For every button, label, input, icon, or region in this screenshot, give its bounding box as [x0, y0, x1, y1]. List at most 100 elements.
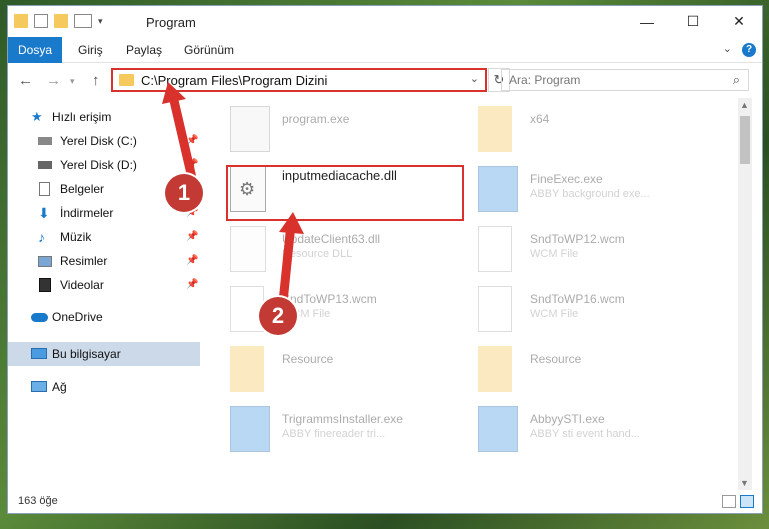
new-folder-icon[interactable] — [54, 14, 68, 28]
file-item[interactable]: FineExec.exe ABBY background exe... — [478, 162, 718, 217]
search-placeholder: Ara: Program — [509, 73, 581, 87]
file-desc: WCM File — [530, 248, 579, 260]
exe-icon — [230, 106, 270, 152]
expand-ribbon-icon[interactable]: ⌄ — [723, 42, 732, 55]
pin-icon[interactable]: 📌 — [186, 129, 198, 153]
sidebar-item-label: Yerel Disk (D:) — [60, 158, 137, 172]
file-item[interactable]: SndToWP16.wcm WCM File — [478, 282, 718, 337]
ribbon-tabs: Dosya Giriş Paylaş Görünüm ⌄ ? — [8, 37, 762, 92]
pin-icon[interactable]: 📌 — [186, 153, 198, 177]
folder-item[interactable]: Resource — [478, 342, 718, 397]
status-bar: 163 öğe — [8, 490, 762, 513]
title-bar: ▾ Program — ☐ ✕ — [8, 6, 762, 37]
file-desc: WCM File — [530, 308, 579, 320]
folder-item[interactable]: x64 — [478, 102, 718, 157]
sidebar-item-label: İndirmeler — [60, 206, 114, 220]
window-title: Program — [146, 15, 196, 30]
recent-locations-icon[interactable]: ▾ — [70, 76, 75, 87]
large-icons-view-icon[interactable] — [740, 495, 754, 508]
sidebar-item-label: Videolar — [60, 278, 104, 292]
sidebar-item-this-pc[interactable]: Bu bilgisayar — [8, 342, 200, 366]
tab-home[interactable]: Giriş — [68, 37, 113, 63]
explorer-window: ▾ Program — ☐ ✕ Dosya Giriş Paylaş Görün… — [7, 5, 763, 514]
drive-icon — [38, 161, 52, 169]
sidebar-item-music[interactable]: ♪ Müzik 📌 — [8, 225, 200, 249]
pin-icon[interactable]: 📌 — [186, 249, 198, 273]
file-item[interactable]: UpdateClient63.dll Resource DLL — [230, 222, 470, 277]
scroll-up-icon[interactable]: ▲ — [740, 100, 749, 110]
file-item[interactable]: program.exe — [230, 102, 470, 157]
navigation-bar: ← → ▾ ↑ C:\Program Files\Program Dizini … — [8, 63, 762, 98]
folder-icon — [119, 74, 134, 86]
sidebar-item-label: Müzik — [60, 230, 92, 244]
quick-access-toolbar: ▾ — [14, 14, 103, 28]
file-list: program.exe x64 ⚙ inputmediacache.dll Fi… — [208, 98, 738, 490]
file-name: SndToWP16.wcm — [530, 292, 625, 306]
sidebar-item-label: Yerel Disk (C:) — [60, 134, 137, 148]
details-view-icon[interactable] — [722, 495, 736, 508]
sidebar-item-pictures[interactable]: Resimler 📌 — [8, 249, 200, 273]
scroll-down-icon[interactable]: ▼ — [740, 478, 749, 488]
address-path: C:\Program Files\Program Dizini — [141, 73, 328, 88]
sidebar-item-label: Belgeler — [60, 182, 105, 196]
chevron-down-icon[interactable]: ⌄ — [470, 72, 479, 85]
file-item[interactable]: SndToWP12.wcm WCM File — [478, 222, 718, 277]
pin-icon[interactable]: 📌 — [186, 225, 198, 249]
navigation-pane: ★ Hızlı erişim Yerel Disk (C:) 📌 Yerel D… — [8, 98, 204, 490]
forward-icon[interactable]: → — [46, 72, 61, 89]
minimize-button[interactable]: — — [624, 6, 670, 37]
document-icon — [478, 286, 512, 332]
customize-toolbar-icon[interactable]: ▾ — [98, 16, 103, 27]
maximize-button[interactable]: ☐ — [670, 6, 716, 37]
document-icon — [230, 286, 264, 332]
back-icon[interactable]: ← — [18, 72, 33, 89]
file-name: x64 — [530, 112, 550, 126]
star-icon: ★ — [31, 109, 43, 124]
close-button[interactable]: ✕ — [716, 6, 762, 37]
sidebar-item-onedrive[interactable]: OneDrive — [8, 305, 200, 329]
document-icon — [478, 226, 512, 272]
pin-icon[interactable]: 📌 — [186, 273, 198, 297]
sidebar-item-quick-access[interactable]: ★ Hızlı erişim — [8, 105, 200, 129]
sidebar-item-disk-c[interactable]: Yerel Disk (C:) 📌 — [8, 129, 200, 153]
file-name: SndToWP12.wcm — [530, 232, 625, 246]
file-item[interactable]: AbbyySTI.exe ABBY sti event hand... — [478, 402, 718, 457]
scroll-thumb[interactable] — [740, 116, 750, 164]
tab-view[interactable]: Görünüm — [174, 37, 244, 63]
sidebar-item-label: Resimler — [60, 254, 108, 268]
properties-icon[interactable] — [34, 14, 48, 28]
vertical-scrollbar[interactable]: ▲ ▼ — [738, 98, 752, 490]
file-item[interactable]: TrigrammsInstaller.exe ABBY finereader t… — [230, 402, 470, 457]
computer-icon — [31, 348, 47, 359]
up-icon[interactable]: ↑ — [92, 72, 100, 89]
address-bar[interactable]: C:\Program Files\Program Dizini ⌄ — [111, 68, 487, 92]
file-name: SndToWP13.wcm — [282, 292, 377, 306]
sidebar-item-videos[interactable]: Videolar 📌 — [8, 273, 200, 297]
file-highlight-box — [226, 165, 464, 221]
search-icon: ⌕ — [732, 72, 740, 87]
help-icon[interactable]: ? — [742, 43, 756, 57]
file-desc: Resource DLL — [282, 248, 353, 260]
sidebar-item-label: Ağ — [52, 380, 67, 394]
tab-share[interactable]: Paylaş — [116, 37, 172, 63]
pictures-icon — [38, 256, 52, 267]
sidebar-item-label: OneDrive — [52, 310, 103, 324]
file-name: FineExec.exe — [530, 172, 603, 186]
sidebar-item-label: Hızlı erişim — [52, 110, 112, 124]
search-input[interactable]: Ara: Program ⌕ — [501, 69, 749, 91]
network-icon — [31, 381, 47, 392]
folder-icon — [478, 106, 512, 152]
view-options-icon[interactable] — [74, 14, 92, 28]
folder-icon[interactable] — [14, 14, 28, 28]
exe-icon — [478, 406, 518, 452]
exe-icon — [478, 166, 518, 212]
file-desc: ABBY background exe... — [530, 188, 650, 200]
documents-icon — [39, 182, 50, 196]
folder-item[interactable]: Resource — [230, 342, 470, 397]
file-desc: ABBY sti event hand... — [530, 428, 640, 440]
sidebar-item-disk-d[interactable]: Yerel Disk (D:) 📌 — [8, 153, 200, 177]
sidebar-item-label: Bu bilgisayar — [52, 347, 121, 361]
file-name: Resource — [282, 352, 334, 366]
sidebar-item-network[interactable]: Ağ — [8, 375, 200, 399]
file-name: UpdateClient63.dll — [282, 232, 381, 246]
